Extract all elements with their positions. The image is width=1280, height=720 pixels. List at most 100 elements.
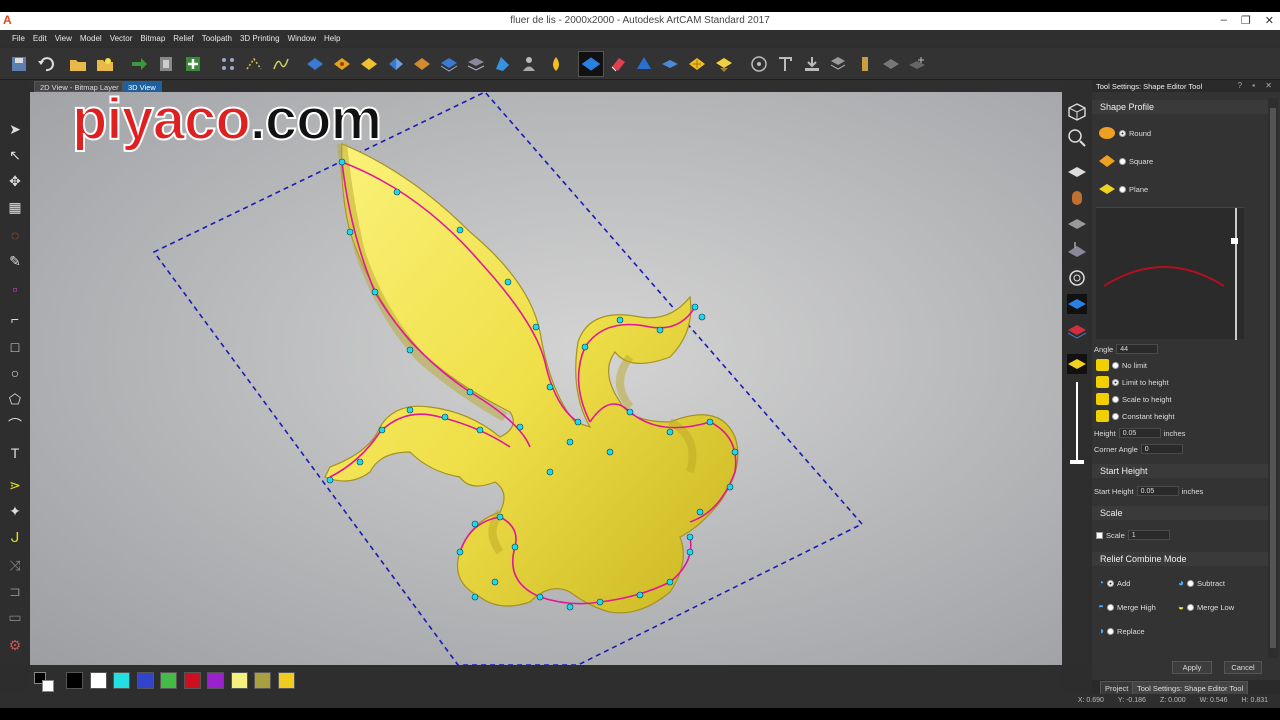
scale-to-height-option[interactable]: Scale to height (1096, 393, 1172, 405)
constant-height-radio[interactable] (1112, 412, 1119, 420)
swatch-purple[interactable] (207, 672, 224, 689)
minimize-button[interactable]: – (1221, 14, 1227, 27)
menu-edit[interactable]: Edit (29, 31, 51, 47)
no-limit-radio[interactable] (1112, 361, 1119, 369)
wand-icon[interactable]: ✦ (6, 502, 24, 520)
relief-grey-icon[interactable] (882, 55, 900, 73)
download-icon[interactable] (803, 55, 821, 73)
relief-stack-icon[interactable] (440, 55, 458, 73)
corner-angle-input[interactable]: 0 (1140, 444, 1183, 454)
page-icon[interactable] (157, 55, 175, 73)
relief-plane-icon[interactable] (661, 55, 679, 73)
lasso-icon[interactable]: ◌ (6, 226, 24, 244)
panel-header-buttons[interactable]: ? ▪ ✕ (1238, 81, 1276, 90)
grid-tool-icon[interactable]: ▦ (6, 198, 24, 216)
circle-icon[interactable]: ○ (6, 364, 24, 382)
node-edit-icon[interactable] (219, 55, 237, 73)
relief-flip-icon[interactable] (387, 55, 405, 73)
relief-yellow-icon[interactable] (360, 55, 378, 73)
relief-layers-icon[interactable] (467, 55, 485, 73)
combine-merge-low-option[interactable]: ◒ Merge Low (1178, 602, 1234, 613)
profile-plane-radio[interactable] (1119, 185, 1126, 193)
settings-gear-icon[interactable]: ⚙ (6, 636, 24, 654)
blue-relief-icon[interactable] (1067, 294, 1087, 314)
arc-icon[interactable]: ⌒ (6, 416, 24, 434)
star-folder-icon[interactable] (96, 55, 114, 73)
relief-offset-icon[interactable] (413, 55, 431, 73)
circle-dots-icon[interactable] (750, 55, 768, 73)
zoom-icon[interactable] (1067, 128, 1087, 148)
apply-button[interactable]: Apply (1172, 661, 1212, 674)
drop-icon[interactable] (547, 55, 565, 73)
save-icon[interactable] (10, 55, 28, 73)
menu-view[interactable]: View (51, 31, 76, 47)
combine-subtract-option[interactable]: ◕ Subtract (1178, 578, 1225, 589)
combine-add-option[interactable]: ◔ Add (1098, 578, 1130, 589)
polyline-icon[interactable]: ⌐ (6, 310, 24, 328)
vertical-slider-handle[interactable] (1070, 460, 1084, 464)
cylinder-relief-icon[interactable] (1067, 188, 1087, 208)
select-arrow-icon[interactable]: ➤ (6, 120, 24, 138)
menu-vector[interactable]: Vector (106, 31, 137, 47)
offset-icon[interactable]: ⊐ (6, 582, 24, 600)
relief-orange-icon[interactable] (333, 55, 351, 73)
menu-bitmap[interactable]: Bitmap (136, 31, 169, 47)
limit-height-radio[interactable] (1112, 378, 1119, 386)
maximize-button[interactable]: ❐ (1241, 14, 1251, 27)
cube-view-icon[interactable] (1067, 102, 1087, 122)
relief-spike-icon[interactable] (635, 55, 653, 73)
brush-icon[interactable]: ✎ (6, 252, 24, 270)
fleur-de-lis-relief[interactable] (324, 143, 739, 614)
scale-input[interactable]: 1 (1127, 530, 1170, 540)
limit-no-limit-option[interactable]: No limit (1096, 359, 1147, 371)
bitmap-select-icon[interactable]: ▫ (6, 280, 24, 298)
shape-profile-heading[interactable]: Shape Profile (1092, 100, 1268, 114)
circular-tool-icon[interactable] (1067, 268, 1087, 288)
start-height-input[interactable]: 0.05 (1136, 486, 1179, 496)
profile-square-radio[interactable] (1119, 157, 1126, 165)
swatch-pale-yellow[interactable] (231, 672, 248, 689)
start-height-heading[interactable]: Start Height (1092, 464, 1268, 478)
menu-file[interactable]: File (8, 31, 29, 47)
limit-to-height-option[interactable]: Limit to height (1096, 376, 1169, 388)
angle-input[interactable]: 44 (1116, 344, 1159, 354)
tilted-relief-icon[interactable] (1067, 240, 1087, 260)
menu-window[interactable]: Window (284, 31, 320, 47)
combine-replace-option[interactable]: ◑ Replace (1098, 626, 1145, 637)
fg-bg-color-swatch[interactable] (34, 672, 58, 692)
profile-round-radio[interactable] (1119, 129, 1126, 137)
combine-replace-radio[interactable] (1107, 628, 1115, 635)
relief-combine-heading[interactable]: Relief Combine Mode (1092, 552, 1268, 566)
relief-arrow-icon[interactable] (908, 55, 926, 73)
transform-icon[interactable]: ✥ (6, 172, 24, 190)
mirror-icon[interactable]: ⤨ (6, 556, 24, 574)
add-icon[interactable] (184, 55, 202, 73)
text-icon[interactable]: T (6, 444, 24, 462)
relief-person-icon[interactable] (520, 55, 538, 73)
scale-heading[interactable]: Scale (1092, 506, 1268, 520)
swatch-green[interactable] (160, 672, 177, 689)
panel-scroll-thumb[interactable] (1270, 108, 1276, 648)
swatch-cyan[interactable] (113, 672, 130, 689)
yellow-relief-icon-active[interactable] (1067, 354, 1087, 374)
shape-editor-tool-button-active[interactable] (578, 51, 604, 77)
layered-relief-icon[interactable] (1067, 214, 1087, 234)
grid-points-icon[interactable] (245, 55, 263, 73)
menu-help[interactable]: Help (320, 31, 344, 47)
3d-viewport[interactable] (30, 92, 1062, 665)
panel-scrollbar[interactable] (1268, 98, 1278, 658)
swatch-black[interactable] (66, 672, 83, 689)
relief-smooth-icon[interactable] (715, 55, 733, 73)
combine-merge-low-radio[interactable] (1187, 604, 1195, 611)
vertical-slider-track[interactable] (1076, 382, 1078, 462)
fillet-icon[interactable]: ᒍ (6, 528, 24, 546)
spline-icon[interactable] (272, 55, 290, 73)
arrow-right-icon[interactable] (130, 55, 148, 73)
cancel-button[interactable]: Cancel (1224, 661, 1262, 674)
profile-square-option[interactable]: Square (1098, 154, 1153, 168)
menu-relief[interactable]: Relief (169, 31, 197, 47)
menu-3d-printing[interactable]: 3D Printing (236, 31, 284, 47)
frame-icon[interactable]: ▭ (6, 608, 24, 626)
relief-texture-icon[interactable] (688, 55, 706, 73)
node-select-icon[interactable]: ↖ (6, 146, 24, 164)
